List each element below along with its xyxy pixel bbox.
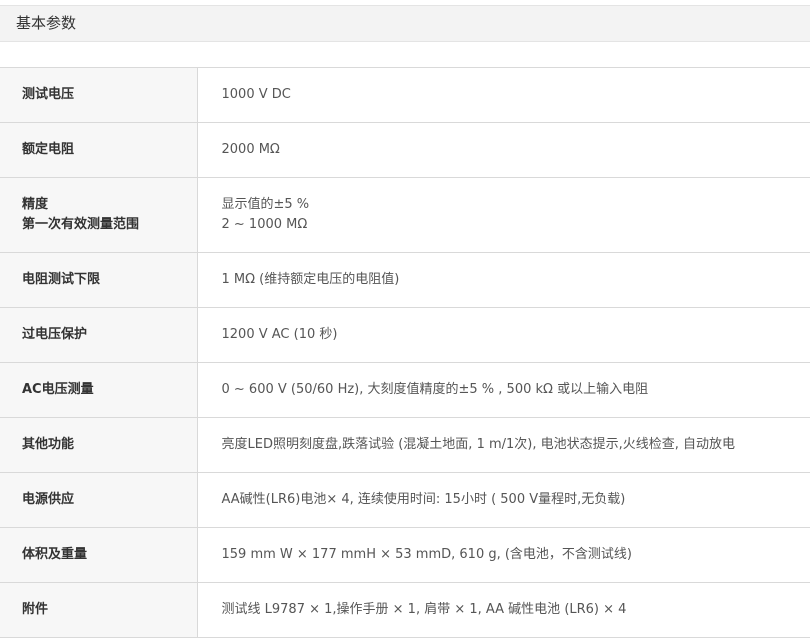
row-value: 1200 V AC (10 秒) xyxy=(197,307,810,363)
row-label: 过电压保护 xyxy=(0,307,198,363)
row-value: 显示值的±5 % 2 ~ 1000 MΩ xyxy=(197,177,810,253)
row-label: 电阻测试下限 xyxy=(0,252,198,308)
row-label: AC电压测量 xyxy=(0,362,198,418)
row-value: 1 MΩ (维持额定电压的电阻值) xyxy=(197,252,810,308)
table-row: 体积及重量 159 mm W × 177 mmH × 53 mmD, 610 g… xyxy=(0,527,810,583)
row-value: 1000 V DC xyxy=(197,67,810,123)
row-value: 测试线 L9787 × 1,操作手册 × 1, 肩带 × 1, AA 碱性电池 … xyxy=(197,582,810,638)
table-row: 额定电阻 2000 MΩ xyxy=(0,122,810,178)
table-row: 测试电压 1000 V DC xyxy=(0,67,810,123)
row-label: 精度 第一次有效测量范围 xyxy=(0,177,198,253)
row-label-line: 第一次有效测量范围 xyxy=(22,217,140,232)
row-value: AA碱性(LR6)电池× 4, 连续使用时间: 15小时 ( 500 V量程时,… xyxy=(197,472,810,528)
row-label: 测试电压 xyxy=(0,67,198,123)
row-value-line: 2 ~ 1000 MΩ xyxy=(221,217,308,232)
section-title: 基本参数 xyxy=(16,14,77,32)
table-row: 精度 第一次有效测量范围 显示值的±5 % 2 ~ 1000 MΩ xyxy=(0,177,810,253)
spec-table: 测试电压 1000 V DC 额定电阻 2000 MΩ 精度 第一次有效测量范围… xyxy=(0,67,810,638)
table-row: 电阻测试下限 1 MΩ (维持额定电压的电阻值) xyxy=(0,252,810,308)
row-label: 附件 xyxy=(0,582,198,638)
table-row: 过电压保护 1200 V AC (10 秒) xyxy=(0,307,810,363)
row-value: 2000 MΩ xyxy=(197,122,810,178)
row-label: 其他功能 xyxy=(0,417,198,473)
row-value-line: 显示值的±5 % xyxy=(221,197,310,212)
row-label: 额定电阻 xyxy=(0,122,198,178)
table-row: AC电压测量 0 ~ 600 V (50/60 Hz), 大刻度值精度的±5 %… xyxy=(0,362,810,418)
row-value: 亮度LED照明刻度盘,跌落试验 (混凝土地面, 1 m/1次), 电池状态提示,… xyxy=(197,417,810,473)
row-label: 电源供应 xyxy=(0,472,198,528)
table-row: 其他功能 亮度LED照明刻度盘,跌落试验 (混凝土地面, 1 m/1次), 电池… xyxy=(0,417,810,473)
row-value: 159 mm W × 177 mmH × 53 mmD, 610 g, (含电池… xyxy=(197,527,810,583)
row-label: 体积及重量 xyxy=(0,527,198,583)
row-label-line: 精度 xyxy=(22,197,49,212)
table-row: 电源供应 AA碱性(LR6)电池× 4, 连续使用时间: 15小时 ( 500 … xyxy=(0,472,810,528)
section-header: 基本参数 xyxy=(0,5,810,42)
table-row: 附件 测试线 L9787 × 1,操作手册 × 1, 肩带 × 1, AA 碱性… xyxy=(0,582,810,638)
spec-page: 基本参数 测试电压 1000 V DC 额定电阻 2000 MΩ 精度 第一次有… xyxy=(0,0,810,640)
row-value: 0 ~ 600 V (50/60 Hz), 大刻度值精度的±5 % , 500 … xyxy=(197,362,810,418)
